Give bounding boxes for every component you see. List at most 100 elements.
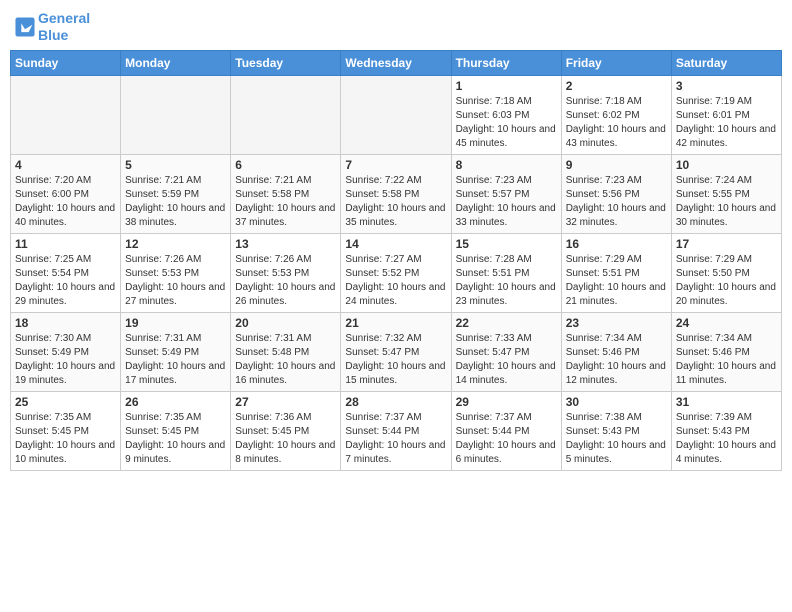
calendar-cell: 31 Sunrise: 7:39 AMSunset: 5:43 PMDayligh…	[671, 391, 781, 470]
calendar-week-3: 11 Sunrise: 7:25 AMSunset: 5:54 PMDayligh…	[11, 233, 782, 312]
calendar-cell: 16 Sunrise: 7:29 AMSunset: 5:51 PMDayligh…	[561, 233, 671, 312]
day-header-saturday: Saturday	[671, 50, 781, 75]
calendar-cell: 29Sunrise: 7:37 AMSunset: 5:44 PMDayligh…	[451, 391, 561, 470]
day-info: Sunrise: 7:22 AMSunset: 5:58 PMDaylight:…	[345, 174, 446, 230]
day-info: Sunrise: 7:25 AMSunset: 5:54 PMDaylight:…	[15, 253, 116, 309]
calendar-cell	[341, 75, 451, 154]
calendar-cell: 22 Sunrise: 7:33 AMSunset: 5:47 PMDayligh…	[451, 312, 561, 391]
day-info: Sunrise: 7:28 AMSunset: 5:51 PMDaylight:…	[456, 253, 557, 309]
day-info: Sunrise: 7:39 AMSunset: 5:43 PMDaylight:…	[676, 411, 777, 467]
day-info: Sunrise: 7:20 AMSunset: 6:00 PMDaylight:…	[15, 174, 116, 230]
day-number: 10	[676, 158, 777, 172]
calendar-cell: 30 Sunrise: 7:38 AMSunset: 5:43 PMDayligh…	[561, 391, 671, 470]
calendar-cell: 20 Sunrise: 7:31 AMSunset: 5:48 PMDayligh…	[231, 312, 341, 391]
day-number: 15	[456, 237, 557, 251]
calendar-week-2: 4 Sunrise: 7:20 AMSunset: 6:00 PMDaylight…	[11, 154, 782, 233]
day-info: Sunrise: 7:18 AMSunset: 6:02 PMDaylight:…	[566, 95, 667, 151]
day-info: Sunrise: 7:29 AMSunset: 5:51 PMDaylight:…	[566, 253, 667, 309]
day-info: Sunrise: 7:36 AMSunset: 5:45 PMDaylight:…	[235, 411, 336, 467]
day-number: 2	[566, 79, 667, 93]
day-number: 18	[15, 316, 116, 330]
day-number: 6	[235, 158, 336, 172]
page-header: General Blue	[10, 10, 782, 44]
calendar-cell: 8 Sunrise: 7:23 AMSunset: 5:57 PMDaylight…	[451, 154, 561, 233]
day-info: Sunrise: 7:35 AMSunset: 5:45 PMDaylight:…	[125, 411, 226, 467]
day-info: Sunrise: 7:19 AMSunset: 6:01 PMDaylight:…	[676, 95, 777, 151]
day-number: 23	[566, 316, 667, 330]
day-info: Sunrise: 7:34 AMSunset: 5:46 PMDaylight:…	[676, 332, 777, 388]
day-number: 25	[15, 395, 116, 409]
day-info: Sunrise: 7:30 AMSunset: 5:49 PMDaylight:…	[15, 332, 116, 388]
day-number: 20	[235, 316, 336, 330]
logo-icon	[14, 16, 36, 38]
day-info: Sunrise: 7:35 AMSunset: 5:45 PMDaylight:…	[15, 411, 116, 467]
calendar-cell: 2 Sunrise: 7:18 AMSunset: 6:02 PMDaylight…	[561, 75, 671, 154]
day-info: Sunrise: 7:31 AMSunset: 5:48 PMDaylight:…	[235, 332, 336, 388]
day-number: 12	[125, 237, 226, 251]
day-number: 19	[125, 316, 226, 330]
day-number: 5	[125, 158, 226, 172]
calendar-week-1: 1Sunrise: 7:18 AMSunset: 6:03 PMDaylight…	[11, 75, 782, 154]
calendar-cell: 4 Sunrise: 7:20 AMSunset: 6:00 PMDaylight…	[11, 154, 121, 233]
day-info: Sunrise: 7:34 AMSunset: 5:46 PMDaylight:…	[566, 332, 667, 388]
day-info: Sunrise: 7:23 AMSunset: 5:57 PMDaylight:…	[456, 174, 557, 230]
day-number: 31	[676, 395, 777, 409]
day-info: Sunrise: 7:27 AMSunset: 5:52 PMDaylight:…	[345, 253, 446, 309]
day-header-friday: Friday	[561, 50, 671, 75]
day-info: Sunrise: 7:33 AMSunset: 5:47 PMDaylight:…	[456, 332, 557, 388]
calendar-cell: 7Sunrise: 7:22 AMSunset: 5:58 PMDaylight…	[341, 154, 451, 233]
calendar-cell: 15 Sunrise: 7:28 AMSunset: 5:51 PMDayligh…	[451, 233, 561, 312]
calendar-week-4: 18 Sunrise: 7:30 AMSunset: 5:49 PMDayligh…	[11, 312, 782, 391]
day-number: 24	[676, 316, 777, 330]
day-number: 30	[566, 395, 667, 409]
day-number: 14	[345, 237, 446, 251]
day-info: Sunrise: 7:21 AMSunset: 5:59 PMDaylight:…	[125, 174, 226, 230]
day-number: 16	[566, 237, 667, 251]
day-header-sunday: Sunday	[11, 50, 121, 75]
calendar-cell: 6 Sunrise: 7:21 AMSunset: 5:58 PMDaylight…	[231, 154, 341, 233]
day-number: 22	[456, 316, 557, 330]
day-header-thursday: Thursday	[451, 50, 561, 75]
day-info: Sunrise: 7:29 AMSunset: 5:50 PMDaylight:…	[676, 253, 777, 309]
day-info: Sunrise: 7:38 AMSunset: 5:43 PMDaylight:…	[566, 411, 667, 467]
calendar-cell: 10 Sunrise: 7:24 AMSunset: 5:55 PMDayligh…	[671, 154, 781, 233]
day-info: Sunrise: 7:21 AMSunset: 5:58 PMDaylight:…	[235, 174, 336, 230]
calendar-cell: 27 Sunrise: 7:36 AMSunset: 5:45 PMDayligh…	[231, 391, 341, 470]
day-info: Sunrise: 7:24 AMSunset: 5:55 PMDaylight:…	[676, 174, 777, 230]
day-number: 4	[15, 158, 116, 172]
calendar-week-5: 25 Sunrise: 7:35 AMSunset: 5:45 PMDayligh…	[11, 391, 782, 470]
day-number: 17	[676, 237, 777, 251]
calendar-cell: 25 Sunrise: 7:35 AMSunset: 5:45 PMDayligh…	[11, 391, 121, 470]
calendar-cell: 3 Sunrise: 7:19 AMSunset: 6:01 PMDaylight…	[671, 75, 781, 154]
day-number: 28	[345, 395, 446, 409]
day-info: Sunrise: 7:32 AMSunset: 5:47 PMDaylight:…	[345, 332, 446, 388]
calendar-cell: 26 Sunrise: 7:35 AMSunset: 5:45 PMDayligh…	[121, 391, 231, 470]
calendar-cell: 21Sunrise: 7:32 AMSunset: 5:47 PMDayligh…	[341, 312, 451, 391]
day-info: Sunrise: 7:23 AMSunset: 5:56 PMDaylight:…	[566, 174, 667, 230]
day-info: Sunrise: 7:26 AMSunset: 5:53 PMDaylight:…	[125, 253, 226, 309]
day-info: Sunrise: 7:26 AMSunset: 5:53 PMDaylight:…	[235, 253, 336, 309]
calendar-cell: 11 Sunrise: 7:25 AMSunset: 5:54 PMDayligh…	[11, 233, 121, 312]
day-number: 8	[456, 158, 557, 172]
day-number: 27	[235, 395, 336, 409]
calendar-cell: 23 Sunrise: 7:34 AMSunset: 5:46 PMDayligh…	[561, 312, 671, 391]
calendar-cell: 28Sunrise: 7:37 AMSunset: 5:44 PMDayligh…	[341, 391, 451, 470]
calendar-cell: 5 Sunrise: 7:21 AMSunset: 5:59 PMDaylight…	[121, 154, 231, 233]
calendar-cell: 1Sunrise: 7:18 AMSunset: 6:03 PMDaylight…	[451, 75, 561, 154]
day-number: 26	[125, 395, 226, 409]
day-header-tuesday: Tuesday	[231, 50, 341, 75]
day-number: 11	[15, 237, 116, 251]
calendar-cell: 18 Sunrise: 7:30 AMSunset: 5:49 PMDayligh…	[11, 312, 121, 391]
calendar-cell: 17 Sunrise: 7:29 AMSunset: 5:50 PMDayligh…	[671, 233, 781, 312]
day-info: Sunrise: 7:37 AMSunset: 5:44 PMDaylight:…	[456, 411, 557, 467]
calendar-cell: 14 Sunrise: 7:27 AMSunset: 5:52 PMDayligh…	[341, 233, 451, 312]
day-info: Sunrise: 7:18 AMSunset: 6:03 PMDaylight:…	[456, 95, 557, 151]
calendar-cell	[121, 75, 231, 154]
logo: General Blue	[14, 10, 90, 44]
calendar-header-row: SundayMondayTuesdayWednesdayThursdayFrid…	[11, 50, 782, 75]
day-number: 3	[676, 79, 777, 93]
calendar-cell: 24 Sunrise: 7:34 AMSunset: 5:46 PMDayligh…	[671, 312, 781, 391]
logo-text: General Blue	[38, 10, 90, 44]
calendar-cell: 13Sunrise: 7:26 AMSunset: 5:53 PMDayligh…	[231, 233, 341, 312]
calendar-cell	[231, 75, 341, 154]
